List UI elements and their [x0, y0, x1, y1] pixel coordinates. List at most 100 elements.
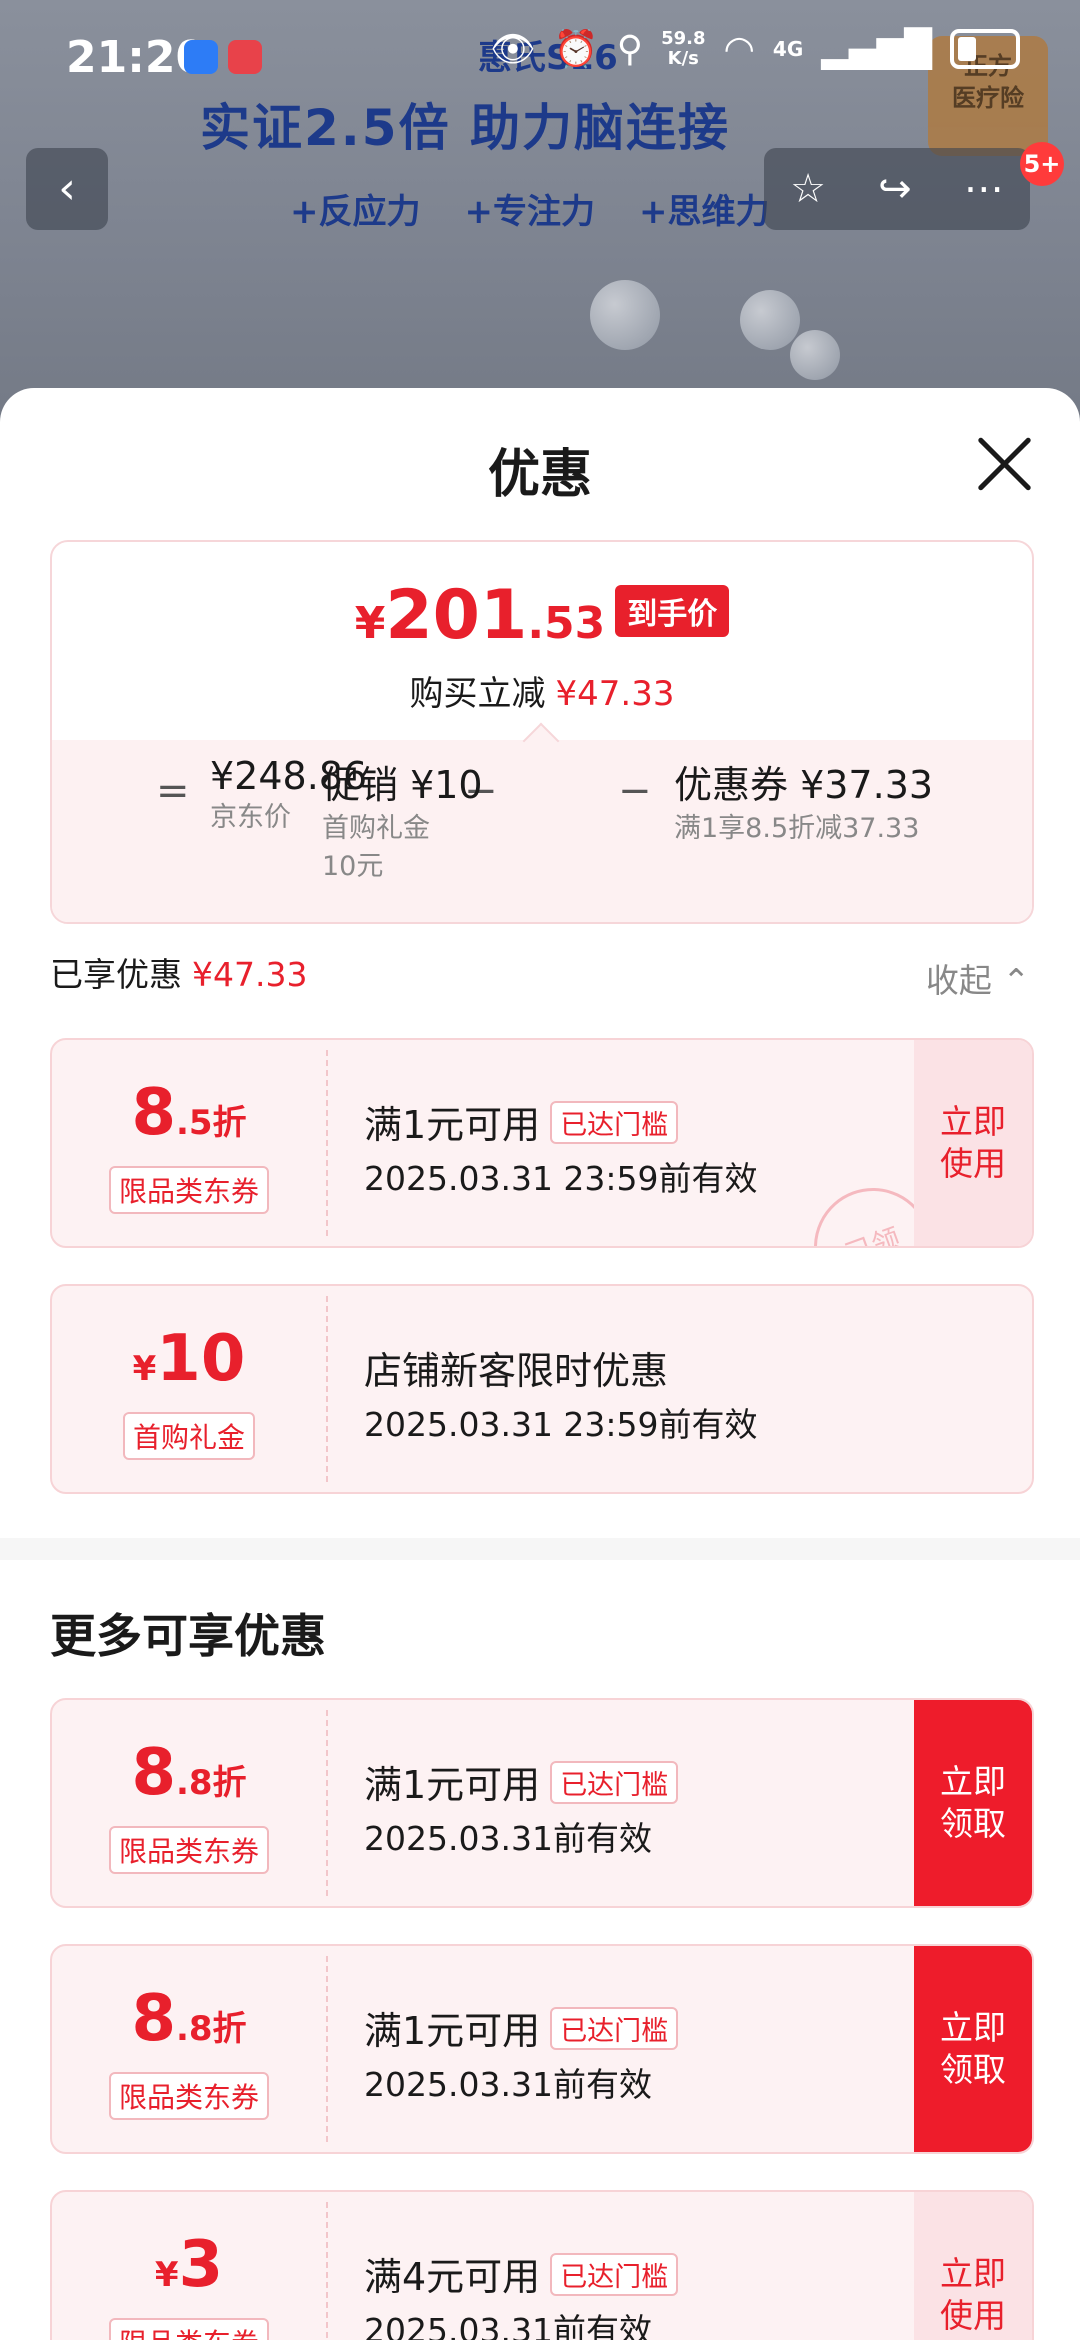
- banner-tag: +专注力: [464, 192, 596, 232]
- coupon-validity: 2025.03.31前有效: [364, 2065, 652, 2104]
- coupon-tag: 限品类东券: [52, 2072, 326, 2120]
- coupon-divider: [326, 1296, 328, 1482]
- coupon-validity: 2025.03.31前有效: [364, 2311, 652, 2340]
- coupon-divider: [326, 1710, 328, 1896]
- coupon-amount-value: 8: [131, 1076, 176, 1150]
- header-actions: ☆ ↪ ⋯: [764, 148, 1030, 230]
- back-button[interactable]: ‹: [26, 148, 108, 230]
- threshold-badge: 已达门槛: [550, 2007, 679, 2050]
- coupon-condition: 满4元可用 已达门槛: [364, 2246, 679, 2301]
- banner-tags: +反应力 +专注力 +思维力: [290, 184, 770, 233]
- net-speed-unit: K/s: [667, 48, 699, 69]
- final-price-decimal: .53: [527, 598, 606, 649]
- saving-amount: ¥47.33: [555, 674, 675, 714]
- coupon-amount-value: 3: [178, 2228, 224, 2302]
- coupon-condition-text: 满4元可用: [364, 2255, 541, 2299]
- coupon-condition: 满1元可用 已达门槛: [364, 2000, 679, 2055]
- molecule-decoration: [590, 280, 660, 350]
- coupon-tag-text: 首购礼金: [122, 1412, 255, 1460]
- coupon-amount-suffix: .5折: [175, 1103, 247, 1143]
- coupon-col: 优惠券 ¥37.33 满1享8.5折减37.33: [674, 754, 933, 847]
- coupon-condition-text: 满1元可用: [364, 1103, 541, 1147]
- coupon-tag-text: 限品类东券: [108, 1826, 269, 1874]
- coupon-card: ¥3 限品类东券 满4元可用已达门槛 2025.03.31前有效 立即 使用: [50, 2190, 1034, 2340]
- battery-icon: [950, 29, 1020, 69]
- coupon-amount-prefix: ¥: [132, 1349, 157, 1389]
- app-notification-icon: [228, 40, 262, 74]
- coupon-amount: 8.8折: [52, 1736, 326, 1810]
- coupon-value: 优惠券 ¥37.33: [674, 763, 934, 807]
- final-price: ¥201.53 到手价: [52, 576, 1032, 655]
- coupon-card: 8.8折 限品类东券 满1元可用 已达门槛 2025.03.31前有效 立即 领取: [50, 1698, 1034, 1908]
- favorite-star-icon[interactable]: ☆: [790, 166, 826, 212]
- coupon-left: ¥10 首购礼金: [52, 1286, 326, 1492]
- wifi-icon: ◠: [723, 28, 755, 70]
- coupon-tag-text: 限品类东券: [108, 1166, 269, 1214]
- coupon-validity: 2025.03.31 23:59前有效: [364, 1405, 758, 1444]
- molecule-decoration: [790, 330, 840, 380]
- promo-desc-line1: 首购礼金: [322, 813, 430, 844]
- eye-icon: 👁: [490, 29, 536, 70]
- net-speed-value: 59.8: [661, 28, 706, 49]
- minus-sign: −: [618, 768, 652, 814]
- promo-desc-line2: 10元: [322, 851, 384, 882]
- section-separator: [0, 1538, 1080, 1560]
- equals-sign: =: [156, 768, 190, 814]
- more-discounts-title: 更多可享优惠: [50, 1609, 326, 1663]
- threshold-badge: 已达门槛: [550, 2253, 679, 2296]
- coupon-amount-suffix: .8折: [175, 2009, 247, 2049]
- claim-now-label: 立即 领取: [940, 2008, 1006, 2089]
- network-type: 4G: [772, 37, 804, 61]
- coupon-amount-value: 10: [156, 1322, 246, 1396]
- coupon-divider: [326, 1050, 328, 1236]
- share-icon[interactable]: ↪: [878, 166, 912, 212]
- message-count-badge: 5+: [1020, 142, 1064, 186]
- banner-tag: +反应力: [290, 192, 421, 232]
- coupon-tag-text: 限品类东券: [108, 2318, 269, 2340]
- promo-col: 促销 ¥10 首购礼金 10元: [322, 754, 483, 885]
- threshold-badge: 已达门槛: [550, 1761, 679, 1804]
- coupon-card: 8.5折 限品类东券 满1元可用 已达门槛 2025.03.31 23:59前有效…: [50, 1038, 1034, 1248]
- coupon-amount: ¥10: [52, 1322, 326, 1396]
- use-now-button[interactable]: 立即 使用: [914, 2192, 1032, 2340]
- coupon-tag: 限品类东券: [52, 2318, 326, 2340]
- coupon-tag: 限品类东券: [52, 1166, 326, 1214]
- coupon-amount-prefix: ¥: [154, 2255, 179, 2295]
- coupon-left: ¥3 限品类东券: [52, 2192, 326, 2340]
- coupon-condition-text: 满1元可用: [364, 2009, 541, 2053]
- coupon-amount-value: 8: [131, 1736, 176, 1810]
- discount-sheet: 优惠 ¥201.53 到手价 购买立减 ¥47.33 = ¥248.86 京东价 −…: [0, 388, 1080, 2340]
- status-bar: 21:20 👁 ⏰ ⚲ 59.8 K/s ◠ 4G ▂▄▆█: [0, 0, 1080, 100]
- collapse-button[interactable]: 收起 ⌃: [926, 954, 1030, 1002]
- final-price-badge: 到手价: [615, 585, 730, 637]
- close-icon[interactable]: [972, 432, 1036, 496]
- claim-now-label: 立即 领取: [940, 1762, 1006, 1843]
- coupon-tag: 首购礼金: [52, 1412, 326, 1460]
- coupon-validity: 2025.03.31 23:59前有效: [364, 1159, 758, 1198]
- coupon-card: 8.8折 限品类东券 满1元可用 已达门槛 2025.03.31前有效 立即 领取: [50, 1944, 1034, 2154]
- coupon-tag-text: 限品类东券: [108, 2072, 269, 2120]
- coupon-amount: ¥3: [52, 2228, 326, 2302]
- price-summary-card: ¥201.53 到手价 购买立减 ¥47.33 = ¥248.86 京东价 − 促销…: [50, 540, 1034, 924]
- coupon-divider: [326, 2202, 328, 2340]
- use-now-label: 立即 使用: [940, 1102, 1006, 1183]
- saving-label: 购买立减: [409, 674, 546, 714]
- status-icons: 👁 ⏰ ⚲ 59.8 K/s ◠ 4G ▂▄▆█: [490, 28, 1020, 70]
- shield-app-icon: [184, 40, 218, 74]
- final-price-currency: ¥: [354, 598, 386, 649]
- enjoyed-label: 已享优惠: [50, 955, 182, 994]
- location-icon: ⚲: [616, 28, 644, 70]
- coupon-left: 8.8折 限品类东券: [52, 1946, 326, 2152]
- alarm-icon: ⏰: [553, 29, 599, 70]
- signal-icon: ▂▄▆█: [821, 28, 932, 70]
- coupon-amount-suffix: .8折: [175, 1763, 247, 1803]
- use-now-button[interactable]: 立即 使用: [914, 1040, 1032, 1246]
- coupon-card: ¥10 首购礼金 店铺新客限时优惠 2025.03.31 23:59前有效: [50, 1284, 1034, 1494]
- coupon-condition: 满1元可用 已达门槛: [364, 1754, 679, 1809]
- coupon-amount: 8.5折: [52, 1076, 326, 1150]
- more-icon[interactable]: ⋯: [964, 166, 1004, 212]
- claim-now-button[interactable]: 立即 领取: [914, 1700, 1032, 1906]
- banner-tag: +思维力: [639, 192, 770, 232]
- claim-now-button[interactable]: 立即 领取: [914, 1946, 1032, 2152]
- enjoyed-discount: 已享优惠 ¥47.33: [50, 948, 307, 996]
